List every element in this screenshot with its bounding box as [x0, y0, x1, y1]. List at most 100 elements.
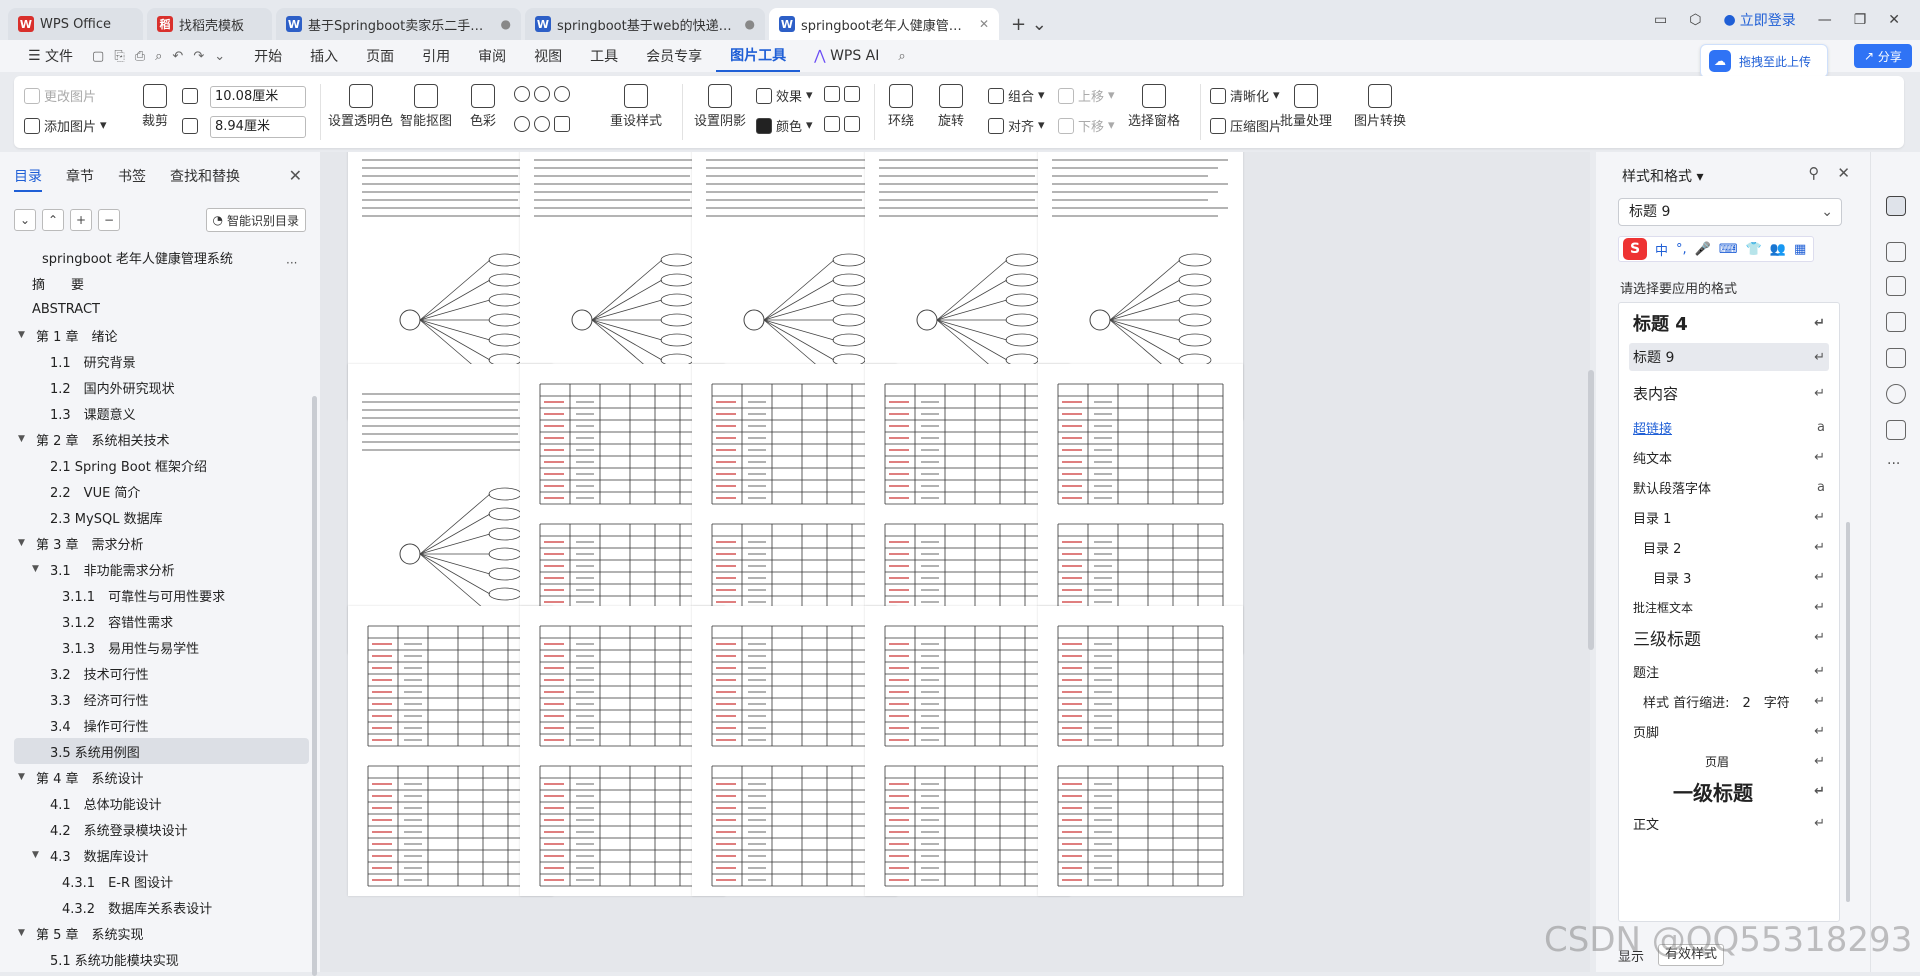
- color-button[interactable]: 色彩: [470, 84, 496, 129]
- ime-icon-5[interactable]: 👥: [1770, 242, 1786, 257]
- toc-item[interactable]: ▼ 第 1 章 绪论: [14, 322, 309, 348]
- expand-arrow-icon[interactable]: ▼: [18, 434, 30, 444]
- toc-item[interactable]: 4.2 系统登录模块设计: [14, 816, 309, 842]
- expand-arrow-icon[interactable]: ▼: [32, 564, 44, 574]
- help-icon[interactable]: [1886, 384, 1906, 404]
- style-item[interactable]: 标题 9 ↵: [1629, 343, 1829, 371]
- toc-item[interactable]: 3.1.3 易用性与易学性: [14, 634, 309, 660]
- close-tab-icon[interactable]: ●: [745, 17, 755, 31]
- toc-item[interactable]: 1.3 课题意义: [14, 400, 309, 426]
- close-styles-icon[interactable]: ✕: [1837, 164, 1850, 182]
- expand-icon[interactable]: ⌃: [42, 209, 64, 231]
- set-shadow-button[interactable]: 设置阴影: [694, 84, 746, 129]
- toc-item[interactable]: ▼ 第 5 章 系统实现: [14, 920, 309, 946]
- position-tools[interactable]: [824, 116, 860, 132]
- style-item[interactable]: 默认段落字体 a: [1629, 473, 1829, 501]
- image-edit-icon[interactable]: [1886, 312, 1906, 332]
- styles-panel-title[interactable]: 样式和格式 ▾: [1622, 166, 1703, 186]
- tab-4[interactable]: Wspringboot老年人健康管理系 ✕: [769, 8, 999, 40]
- nav-tab-2[interactable]: 书签: [118, 166, 146, 192]
- toc-more-icon[interactable]: ···: [286, 256, 297, 270]
- collapse-icon[interactable]: ⌄: [14, 209, 36, 231]
- effect-button[interactable]: 效果 ▾: [756, 86, 813, 105]
- bring-forward-button[interactable]: 上移 ▾: [1058, 86, 1115, 105]
- share-button[interactable]: ↗ 分享: [1854, 44, 1912, 68]
- frame-tools[interactable]: [824, 86, 860, 102]
- style-item[interactable]: 表内容 ↵: [1629, 379, 1829, 407]
- toc-item[interactable]: ▼ 第 3 章 需求分析: [14, 530, 309, 556]
- height-input[interactable]: 8.94厘米: [210, 116, 306, 138]
- close-panel-icon[interactable]: ✕: [289, 166, 302, 185]
- menu-2[interactable]: 页面: [352, 40, 408, 72]
- toc-item[interactable]: 2.1 Spring Boot 框架介绍: [14, 452, 309, 478]
- send-backward-button[interactable]: 下移 ▾: [1058, 116, 1115, 135]
- style-item[interactable]: 样式 首行缩进: 2 字符 ↵: [1629, 687, 1829, 715]
- toc-scrollbar[interactable]: [312, 396, 317, 976]
- remove-icon[interactable]: −: [98, 209, 120, 231]
- menu-8[interactable]: 图片工具: [716, 40, 801, 72]
- selection-pane-button[interactable]: 选择窗格: [1128, 84, 1180, 129]
- menu-6[interactable]: 工具: [576, 40, 632, 72]
- upload-button[interactable]: ☁ 拖拽至此上传: [1700, 44, 1828, 78]
- style-item[interactable]: 题注 ↵: [1629, 657, 1829, 685]
- expand-arrow-icon[interactable]: ▼: [18, 538, 30, 548]
- batch-button[interactable]: 批量处理: [1280, 84, 1332, 129]
- toc-item[interactable]: 4.3.1 E-R 图设计: [14, 868, 309, 894]
- save-icon[interactable]: ▢: [87, 49, 109, 64]
- nav-tab-3[interactable]: 查找和替换: [170, 166, 240, 192]
- compress-button[interactable]: 压缩图片: [1210, 116, 1282, 135]
- restore-icon[interactable]: ❐: [1854, 12, 1867, 28]
- expand-arrow-icon[interactable]: ▼: [18, 330, 30, 340]
- more-icon[interactable]: ⌄: [209, 49, 230, 64]
- close-tab-icon[interactable]: ✕: [979, 17, 989, 31]
- toc-item[interactable]: 3.1.2 容错性需求: [14, 608, 309, 634]
- pointer-icon[interactable]: [1886, 242, 1906, 262]
- ime-icon-1[interactable]: °,: [1676, 242, 1687, 257]
- more-icon[interactable]: ···: [1887, 456, 1900, 472]
- ime-icon-0[interactable]: 中: [1655, 240, 1668, 259]
- rotate-button[interactable]: 旋转: [938, 84, 964, 129]
- minimize-icon[interactable]: —: [1818, 12, 1832, 28]
- menu-5[interactable]: 视图: [520, 40, 576, 72]
- show-filter-select[interactable]: 有效样式: [1658, 944, 1725, 966]
- export-icon[interactable]: ⎘: [109, 49, 129, 64]
- add-icon[interactable]: +: [70, 209, 92, 231]
- toc-item[interactable]: 3.2 技术可行性: [14, 660, 309, 686]
- page-thumbnail[interactable]: [1038, 606, 1243, 896]
- style-item[interactable]: 一级标题 ↵: [1629, 777, 1829, 805]
- add-picture-button[interactable]: 添加图片 ▾: [24, 116, 107, 135]
- new-tab-icon[interactable]: + ⌄: [1003, 8, 1055, 40]
- toc-item[interactable]: 2.3 MySQL 数据库: [14, 504, 309, 530]
- smart-toc-button[interactable]: ◔ 智能识别目录: [205, 208, 306, 232]
- toc-item[interactable]: ▼ 4.3 数据库设计: [14, 842, 309, 868]
- search-icon[interactable]: ⌕: [893, 49, 910, 64]
- crop-button[interactable]: 裁剪: [142, 84, 168, 129]
- group-button[interactable]: 组合 ▾: [988, 86, 1045, 105]
- reset-style-button[interactable]: 重设样式: [610, 84, 662, 129]
- toc-item[interactable]: 3.3 经济可行性: [14, 686, 309, 712]
- style-item[interactable]: 正文 ↵: [1629, 809, 1829, 837]
- tab-1[interactable]: 稻找稻壳模板: [147, 8, 272, 40]
- expand-arrow-icon[interactable]: ▼: [32, 850, 44, 860]
- style-item[interactable]: 批注框文本 ↵: [1629, 593, 1829, 621]
- toc-item[interactable]: 4.1 总体功能设计: [14, 790, 309, 816]
- shirt-icon[interactable]: [1886, 420, 1906, 440]
- convert-button[interactable]: 图片转换: [1354, 84, 1406, 129]
- menu-3[interactable]: 引用: [408, 40, 464, 72]
- smart-cutout-button[interactable]: 智能抠图: [400, 84, 452, 129]
- tab-0[interactable]: W WPS Office: [8, 8, 143, 40]
- toc-item[interactable]: 摘 要: [14, 270, 309, 296]
- style-item[interactable]: 超链接 a: [1629, 413, 1829, 441]
- menu-0[interactable]: 开始: [240, 40, 296, 72]
- nav-tab-0[interactable]: 目录: [14, 166, 42, 192]
- fill-color-button[interactable]: 颜色 ▾: [756, 116, 813, 135]
- wrap-button[interactable]: 环绕: [888, 84, 914, 129]
- print-icon[interactable]: ⎙: [130, 49, 150, 64]
- style-item[interactable]: 页脚 ↵: [1629, 717, 1829, 745]
- pin-icon[interactable]: ⚲: [1808, 164, 1819, 182]
- menu-4[interactable]: 审阅: [464, 40, 520, 72]
- nav-tab-1[interactable]: 章节: [66, 166, 94, 192]
- style-item[interactable]: 页眉 ↵: [1629, 747, 1829, 775]
- style-item[interactable]: 目录 1 ↵: [1629, 503, 1829, 531]
- style-item[interactable]: 目录 2 ↵: [1629, 533, 1829, 561]
